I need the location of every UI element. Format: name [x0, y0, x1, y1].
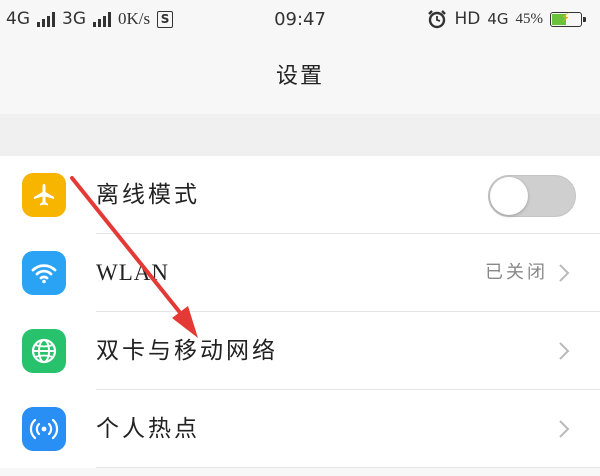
wlan-status: 已关闭 [485, 234, 548, 312]
airplane-mode-label: 离线模式 [96, 156, 200, 234]
setting-airplane-mode[interactable]: 离线模式 [0, 156, 600, 234]
chevron-right-icon [554, 419, 574, 439]
setting-personal-hotspot[interactable]: 个人热点 [0, 390, 600, 468]
wlan-label: WLAN [96, 234, 169, 312]
toggle-knob [490, 177, 528, 215]
network-type-3: 4G [487, 10, 508, 28]
status-bar: 4G 3G 0K/s S 09:47 HD 4G 45% ⚡ [0, 0, 600, 40]
status-right: HD 4G 45% ⚡ [427, 9, 582, 29]
setting-wlan[interactable]: WLAN 已关闭 [0, 234, 600, 312]
hd-voice-indicator: HD [454, 9, 480, 29]
section-gap [0, 114, 600, 156]
settings-list: 离线模式 WLAN 已关闭 双卡与移动网络 [0, 156, 600, 468]
chevron-right-icon [554, 263, 574, 283]
hotspot-icon [22, 407, 66, 451]
alarm-clock-icon [427, 9, 447, 29]
airplane-mode-toggle[interactable] [488, 175, 576, 217]
row-divider [96, 467, 600, 468]
airplane-icon [22, 173, 66, 217]
battery-icon: ⚡ [550, 12, 582, 27]
hotspot-label: 个人热点 [96, 390, 200, 468]
page-title: 设置 [0, 40, 600, 114]
battery-percent: 45% [516, 11, 544, 28]
globe-icon [22, 329, 66, 373]
setting-dual-sim-mobile-network[interactable]: 双卡与移动网络 [0, 312, 600, 390]
wifi-icon [22, 251, 66, 295]
chevron-right-icon [554, 341, 574, 361]
dual-sim-label: 双卡与移动网络 [96, 312, 278, 390]
